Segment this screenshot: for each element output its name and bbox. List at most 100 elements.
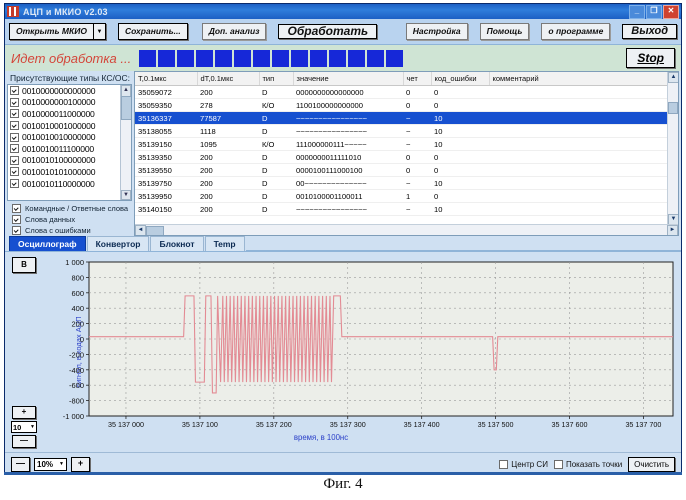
table-row[interactable]: 3513633777587D~~~~~~~~~~~~~~~~~10 (135, 112, 678, 125)
table-row[interactable]: 35059350278К/О110010000000000000 (135, 99, 678, 112)
open-mkio-button[interactable]: Открыть МКИО (9, 23, 94, 40)
table-scroll-left-icon[interactable]: ◄ (135, 225, 146, 236)
tab-0[interactable]: Осциллограф (9, 236, 86, 251)
table-row[interactable]: 35139350200D000000001111101000 (135, 151, 678, 164)
table-cell-comment (489, 151, 678, 164)
filter-option[interactable]: Слова с ошибками (7, 225, 132, 236)
table-column-header[interactable]: чет (403, 72, 431, 86)
kc-os-list-item[interactable]: 0010010011100000 (8, 143, 131, 155)
kc-os-list-item[interactable]: 0010010110000000 (8, 178, 131, 190)
table-cell-type: D (259, 190, 293, 203)
table-scroll-right-icon[interactable]: ► (667, 225, 678, 236)
checkbox-box[interactable] (12, 226, 21, 235)
kc-os-list-item[interactable]: 0010010101000000 (8, 166, 131, 178)
close-button[interactable]: ✕ (663, 5, 679, 19)
checkbox-box[interactable] (12, 204, 21, 213)
table-row[interactable]: 35059072200D000000000000000000 (135, 86, 678, 99)
table-column-header[interactable]: код_ошибки (431, 72, 489, 86)
process-button[interactable]: Обработать (278, 24, 377, 39)
table-row[interactable]: 35139950200D001010000110001110 (135, 190, 678, 203)
table-row[interactable]: 35139750200D00~~~~~~~~~~~~~~~10 (135, 177, 678, 190)
vscale-select[interactable]: 10 ▼ (11, 421, 37, 433)
kc-os-list-item[interactable]: 0010010100000000 (8, 155, 131, 167)
about-button[interactable]: о программе (541, 23, 610, 40)
table-column-header[interactable]: dT,0.1мкс (197, 72, 259, 86)
filter-option[interactable]: Слова данных (7, 214, 132, 225)
table-horizontal-scrollbar[interactable]: ◄ ► (135, 224, 678, 235)
checkbox-box[interactable] (10, 144, 19, 153)
stop-button[interactable]: Stop (626, 48, 675, 68)
table-row[interactable]: 351391501095К/О111000000111~~~~~~10 (135, 138, 678, 151)
checkbox-box[interactable] (10, 86, 19, 95)
extra-analysis-button[interactable]: Доп. анализ (202, 23, 267, 40)
hzoom-out-button[interactable]: — (11, 457, 30, 472)
help-button[interactable]: Помощь (480, 23, 530, 40)
x-axis-tick-label: 35 137 000 (108, 420, 144, 429)
table-row[interactable]: 35140150200D~~~~~~~~~~~~~~~~~10 (135, 203, 678, 216)
table-cell-dt: 200 (197, 86, 259, 99)
checkbox-box[interactable] (10, 156, 19, 165)
scroll-down-icon[interactable]: ▼ (121, 190, 131, 200)
table-cell-t: 35139950 (135, 190, 197, 203)
show-points-checkbox[interactable]: Показать точки (554, 460, 622, 469)
progress-chunk (215, 50, 232, 67)
checkbox-box[interactable] (10, 109, 19, 118)
filter-option[interactable]: Командные / Ответные слова (7, 203, 132, 214)
checkbox-box[interactable] (10, 167, 19, 176)
kc-os-list-item[interactable]: 0010000000100000 (8, 97, 131, 109)
processing-status-text: Идет обработка ... (11, 51, 131, 66)
save-button[interactable]: Сохранить... (118, 23, 188, 40)
table-column-header[interactable]: комментарий (489, 72, 678, 86)
table-cell-value: 111000000111~~~~~ (293, 138, 403, 151)
table-scroll-up-icon[interactable]: ▲ (668, 72, 679, 83)
tab-3[interactable]: Temp (205, 236, 245, 251)
table-scrollbar-thumb[interactable] (668, 102, 678, 114)
checkbox-box[interactable] (10, 179, 19, 188)
table-hscrollbar-thumb[interactable] (146, 226, 164, 236)
hzoom-select[interactable]: 10% ▼ (34, 458, 67, 471)
table-row[interactable]: 35139550200D000010011100010000 (135, 164, 678, 177)
exit-button[interactable]: Выход (622, 24, 677, 39)
kc-os-list-item[interactable]: 0010010001000000 (8, 120, 131, 132)
scrollbar-thumb[interactable] (121, 96, 132, 120)
list-vertical-scrollbar[interactable]: ▲ ▼ (120, 85, 131, 200)
checkbox-box[interactable] (10, 121, 19, 130)
clear-button[interactable]: Очистить (628, 457, 675, 472)
table-column-header[interactable]: значение (293, 72, 403, 86)
checkbox-box[interactable] (554, 460, 563, 469)
hzoom-in-button[interactable]: + (71, 457, 90, 472)
table-row[interactable]: 351380551118D~~~~~~~~~~~~~~~~~10 (135, 125, 678, 138)
oscilloscope-plot[interactable]: 1 0008006004002000-200-400-600-800-1 000… (41, 254, 681, 450)
vscale-decrease-button[interactable]: — (12, 435, 36, 448)
kc-os-types-list[interactable]: 0010000000000000001000000010000000100000… (7, 84, 132, 201)
maximize-button[interactable]: ❐ (646, 5, 662, 19)
tab-1[interactable]: Конвертор (87, 236, 150, 251)
checkbox-box[interactable] (10, 98, 19, 107)
chevron-down-icon[interactable]: ▼ (94, 23, 106, 40)
center-si-checkbox[interactable]: Центр СИ (499, 460, 548, 469)
table-cell-parity: 1 (403, 190, 431, 203)
kc-os-list-item[interactable]: 0010010010000000 (8, 131, 131, 143)
kc-os-list-item[interactable]: 0010000000000000 (8, 85, 131, 97)
main-toolbar: Открыть МКИО ▼ Сохранить... Доп. анализ … (5, 19, 681, 45)
tab-2[interactable]: Блокнот (150, 236, 203, 251)
table-column-header[interactable]: тип (259, 72, 293, 86)
table-cell-dt: 200 (197, 177, 259, 190)
checkbox-box[interactable] (499, 460, 508, 469)
minimize-button[interactable]: _ (629, 5, 645, 19)
messages-table-panel[interactable]: Т,0.1мксdT,0.1мкстипзначениечеткод_ошибк… (134, 71, 679, 236)
channel-b-button[interactable]: B (12, 257, 36, 273)
table-cell-err: 10 (431, 125, 489, 138)
stop-label: Stop (637, 51, 664, 65)
checkbox-box[interactable] (12, 215, 21, 224)
table-vertical-scrollbar[interactable]: ▲ ▼ (667, 72, 678, 225)
settings-button[interactable]: Настройка (406, 23, 468, 40)
table-cell-value: ~~~~~~~~~~~~~~~~ (293, 125, 403, 138)
kc-os-code: 0010010011100000 (22, 144, 94, 154)
vscale-increase-button[interactable]: + (12, 406, 36, 419)
kc-os-list-item[interactable]: 0010000011000000 (8, 108, 131, 120)
table-cell-parity: 0 (403, 164, 431, 177)
table-column-header[interactable]: Т,0.1мкс (135, 72, 197, 86)
open-mkio-split-button[interactable]: Открыть МКИО ▼ (9, 23, 106, 40)
checkbox-box[interactable] (10, 133, 19, 142)
